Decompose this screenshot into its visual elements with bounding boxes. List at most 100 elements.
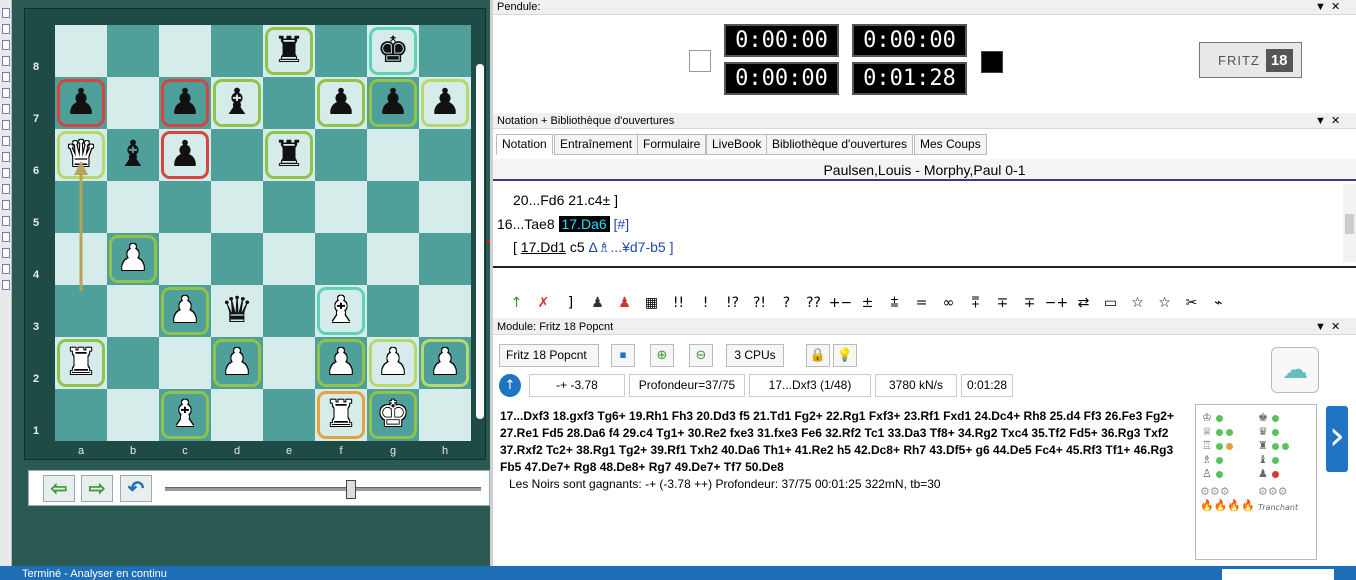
- annotation-symbol-button[interactable]: ?!: [746, 292, 773, 314]
- annotation-symbol-button[interactable]: ⩱: [962, 292, 989, 314]
- square-g6[interactable]: [367, 129, 419, 181]
- annotation-symbol-button[interactable]: ∞: [935, 292, 962, 314]
- white-queen-a6[interactable]: ♛: [55, 129, 107, 181]
- square-e3[interactable]: [263, 285, 315, 337]
- black-pawn-f7[interactable]: ♟: [315, 77, 367, 129]
- annotation-symbol-button[interactable]: ⩲: [881, 292, 908, 314]
- white-pawn-g2[interactable]: ♟: [367, 337, 419, 389]
- square-d6[interactable]: [211, 129, 263, 181]
- square-f5[interactable]: [315, 181, 367, 233]
- up-arrow-button[interactable]: ↑: [499, 374, 521, 397]
- square-c4[interactable]: [159, 233, 211, 285]
- black-pawn-c6[interactable]: ♟: [159, 129, 211, 181]
- annotation-symbol-button[interactable]: ±: [854, 292, 881, 314]
- dropdown-icon[interactable]: ▼: [1315, 320, 1326, 335]
- annotation-symbol-button[interactable]: ☆: [1151, 292, 1178, 314]
- square-e7[interactable]: [263, 77, 315, 129]
- pv-line[interactable]: 17...Dxf3 18.gxf3 Tg6+ 19.Rh1 Fh3 20.Dd3…: [500, 408, 1190, 476]
- move-text[interactable]: 16...Tae8: [497, 216, 555, 232]
- white-pawn-b4[interactable]: ♟: [107, 233, 159, 285]
- annotation-symbol-button[interactable]: ∓: [1016, 292, 1043, 314]
- white-pawn-f2[interactable]: ♟: [315, 337, 367, 389]
- lock-button[interactable]: 🔒: [806, 344, 830, 367]
- square-d1[interactable]: [211, 389, 263, 441]
- black-pawn-h7[interactable]: ♟: [419, 77, 471, 129]
- dropdown-icon[interactable]: ▼: [1315, 114, 1326, 129]
- square-a8[interactable]: [55, 25, 107, 77]
- annotation-symbol-button[interactable]: ▦: [638, 292, 665, 314]
- square-f8[interactable]: [315, 25, 367, 77]
- bulb-button[interactable]: 💡: [833, 344, 857, 367]
- white-bishop-c1[interactable]: ♝: [159, 389, 211, 441]
- annotation-symbol-button[interactable]: ⇄: [1070, 292, 1097, 314]
- close-icon[interactable]: ✕: [1331, 0, 1340, 15]
- square-e1[interactable]: [263, 389, 315, 441]
- current-move[interactable]: 17.Da6: [558, 216, 610, 232]
- square-a5[interactable]: [55, 181, 107, 233]
- white-pawn-c3[interactable]: ♟: [159, 285, 211, 337]
- square-b1[interactable]: [107, 389, 159, 441]
- notation-scrollbar[interactable]: [1343, 184, 1356, 262]
- annotation-symbol-button[interactable]: +−: [827, 292, 854, 314]
- forward-button[interactable]: ⇨: [81, 475, 113, 502]
- scrollbar-thumb[interactable]: [476, 64, 484, 419]
- variation-idea[interactable]: Δ♗...¥d7-b5 ]: [589, 239, 674, 255]
- square-d4[interactable]: [211, 233, 263, 285]
- annotation-symbol-button[interactable]: −+: [1043, 292, 1070, 314]
- back-button[interactable]: ⇦: [43, 475, 75, 502]
- zoom-in-button[interactable]: ⊕: [650, 344, 674, 367]
- black-bishop-d7[interactable]: ♝: [211, 77, 263, 129]
- zoom-out-button[interactable]: ⊖: [689, 344, 713, 367]
- diagram-marker[interactable]: [#]: [614, 216, 630, 232]
- stop-button[interactable]: ⏹: [611, 344, 635, 367]
- square-h4[interactable]: [419, 233, 471, 285]
- square-f6[interactable]: [315, 129, 367, 181]
- variation-line[interactable]: 20...Fd6 21.c4± ]: [513, 192, 618, 208]
- annotation-symbol-button[interactable]: ✂: [1178, 292, 1205, 314]
- close-icon[interactable]: ✕: [1331, 320, 1340, 335]
- black-queen-d3[interactable]: ♛: [211, 285, 263, 337]
- square-h6[interactable]: [419, 129, 471, 181]
- variation-text[interactable]: c5: [566, 239, 589, 255]
- black-king-g8[interactable]: ♚: [367, 25, 419, 77]
- square-h5[interactable]: [419, 181, 471, 233]
- cpu-count-button[interactable]: 3 CPUs: [726, 344, 784, 367]
- tab-training[interactable]: Entraînement: [554, 134, 639, 155]
- tab-notation[interactable]: Notation: [496, 134, 553, 155]
- square-d5[interactable]: [211, 181, 263, 233]
- black-bishop-b6[interactable]: ♝: [107, 129, 159, 181]
- square-a3[interactable]: [55, 285, 107, 337]
- white-bishop-f3[interactable]: ♝: [315, 285, 367, 337]
- annotation-symbol-button[interactable]: ✗: [530, 292, 557, 314]
- cloud-button[interactable]: ☁: [1271, 347, 1319, 393]
- tab-my-moves[interactable]: Mes Coups: [914, 134, 987, 155]
- engine-name-button[interactable]: Fritz 18 Popcnt: [499, 344, 599, 367]
- board-vertical-scrollbar[interactable]: [476, 64, 484, 419]
- square-e5[interactable]: [263, 181, 315, 233]
- white-pawn-h2[interactable]: ♟: [419, 337, 471, 389]
- square-b7[interactable]: [107, 77, 159, 129]
- annotation-symbol-button[interactable]: !?: [719, 292, 746, 314]
- dropdown-icon[interactable]: ▼: [1315, 0, 1326, 15]
- scrollbar-thumb[interactable]: [1345, 214, 1354, 234]
- square-b2[interactable]: [107, 337, 159, 389]
- chess-board[interactable]: 8 7 6 5 4 3 2 1 a b c d e f g h ♜ ♚ ♟ ♟ ♝ ♟ ♟ ♟ ♛ ♝ ♟ ♜ ♟ ♟ ♛ ♝ ♜ ♟ ♟ ♟ ♟ ♝ ♜ ♚: [33, 25, 471, 457]
- annotation-symbol-button[interactable]: !!: [665, 292, 692, 314]
- square-h8[interactable]: [419, 25, 471, 77]
- black-pawn-c7[interactable]: ♟: [159, 77, 211, 129]
- square-h3[interactable]: [419, 285, 471, 337]
- annotation-symbol-button[interactable]: =: [908, 292, 935, 314]
- annotation-symbol-button[interactable]: ♟: [584, 292, 611, 314]
- square-g5[interactable]: [367, 181, 419, 233]
- square-h1[interactable]: [419, 389, 471, 441]
- square-b3[interactable]: [107, 285, 159, 337]
- slider-thumb[interactable]: [346, 480, 357, 499]
- square-a1[interactable]: [55, 389, 107, 441]
- square-e2[interactable]: [263, 337, 315, 389]
- white-king-g1[interactable]: ♚: [367, 389, 419, 441]
- square-e4[interactable]: [263, 233, 315, 285]
- annotation-symbol-button[interactable]: ☆: [1124, 292, 1151, 314]
- square-d8[interactable]: [211, 25, 263, 77]
- tab-form[interactable]: Formulaire: [637, 134, 707, 155]
- white-rook-f1[interactable]: ♜: [315, 389, 367, 441]
